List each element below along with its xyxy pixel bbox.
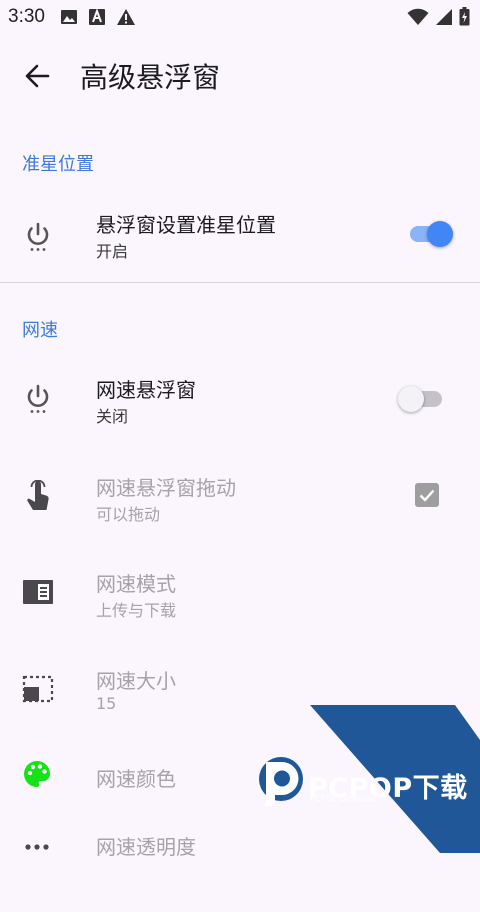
setting-subtitle: 15 xyxy=(96,694,117,713)
netspeed-drag-checkbox[interactable] xyxy=(415,483,439,507)
cell-signal-icon xyxy=(436,8,452,25)
setting-row-netspeed-mode[interactable]: 网速模式 上传与下载 xyxy=(0,548,480,638)
setting-row-netspeed-size[interactable]: 网速大小 15 xyxy=(0,645,480,735)
page-title: 高级悬浮窗 xyxy=(80,61,221,94)
wifi-icon xyxy=(407,8,429,25)
setting-title: 网速悬浮窗 xyxy=(96,378,196,402)
setting-row-crosshair-float[interactable]: 悬浮窗设置准星位置 开启 xyxy=(0,188,480,278)
opacity-dots-icon xyxy=(22,839,54,871)
setting-subtitle: 关闭 xyxy=(96,407,129,426)
back-button[interactable] xyxy=(20,58,56,94)
status-time: 3:30 xyxy=(8,6,45,27)
setting-row-netspeed-opacity[interactable]: 网速透明度 xyxy=(0,822,480,912)
section-divider xyxy=(0,282,480,283)
section-header-netspeed: 网速 xyxy=(22,320,58,341)
battery-icon xyxy=(459,7,470,26)
setting-row-netspeed-drag[interactable]: 网速悬浮窗拖动 可以拖动 xyxy=(0,452,480,542)
section-header-crosshair: 准星位置 xyxy=(22,154,94,175)
status-bar: 3:30 xyxy=(0,0,480,34)
setting-title: 网速悬浮窗拖动 xyxy=(96,476,236,500)
power-icon xyxy=(22,220,54,252)
status-system-icons xyxy=(407,7,470,26)
font-a-icon xyxy=(89,8,105,25)
status-notification-icons xyxy=(60,8,136,26)
image-icon xyxy=(61,10,77,24)
setting-subtitle: 上传与下载 xyxy=(96,601,177,620)
palette-icon xyxy=(22,759,54,791)
warning-icon xyxy=(117,9,135,25)
setting-title: 悬浮窗设置准星位置 xyxy=(96,213,276,237)
resize-icon xyxy=(22,675,54,707)
setting-row-netspeed-float[interactable]: 网速悬浮窗 关闭 xyxy=(0,354,480,444)
setting-subtitle: 开启 xyxy=(96,242,129,261)
netspeed-float-toggle[interactable] xyxy=(398,382,446,416)
app-bar: 高级悬浮窗 xyxy=(0,34,480,118)
setting-title: 网速颜色 xyxy=(96,767,176,791)
view-mode-icon xyxy=(22,577,54,609)
touch-hand-icon xyxy=(22,479,54,512)
crosshair-float-toggle[interactable] xyxy=(408,217,454,251)
setting-subtitle: 可以拖动 xyxy=(96,505,161,524)
setting-title: 网速模式 xyxy=(96,572,176,596)
setting-row-netspeed-color[interactable]: 网速颜色 xyxy=(0,740,480,830)
power-icon xyxy=(22,382,54,414)
check-icon xyxy=(419,489,435,502)
setting-title: 网速大小 xyxy=(96,669,176,693)
arrow-back-icon xyxy=(25,64,50,88)
setting-title: 网速透明度 xyxy=(96,835,196,859)
